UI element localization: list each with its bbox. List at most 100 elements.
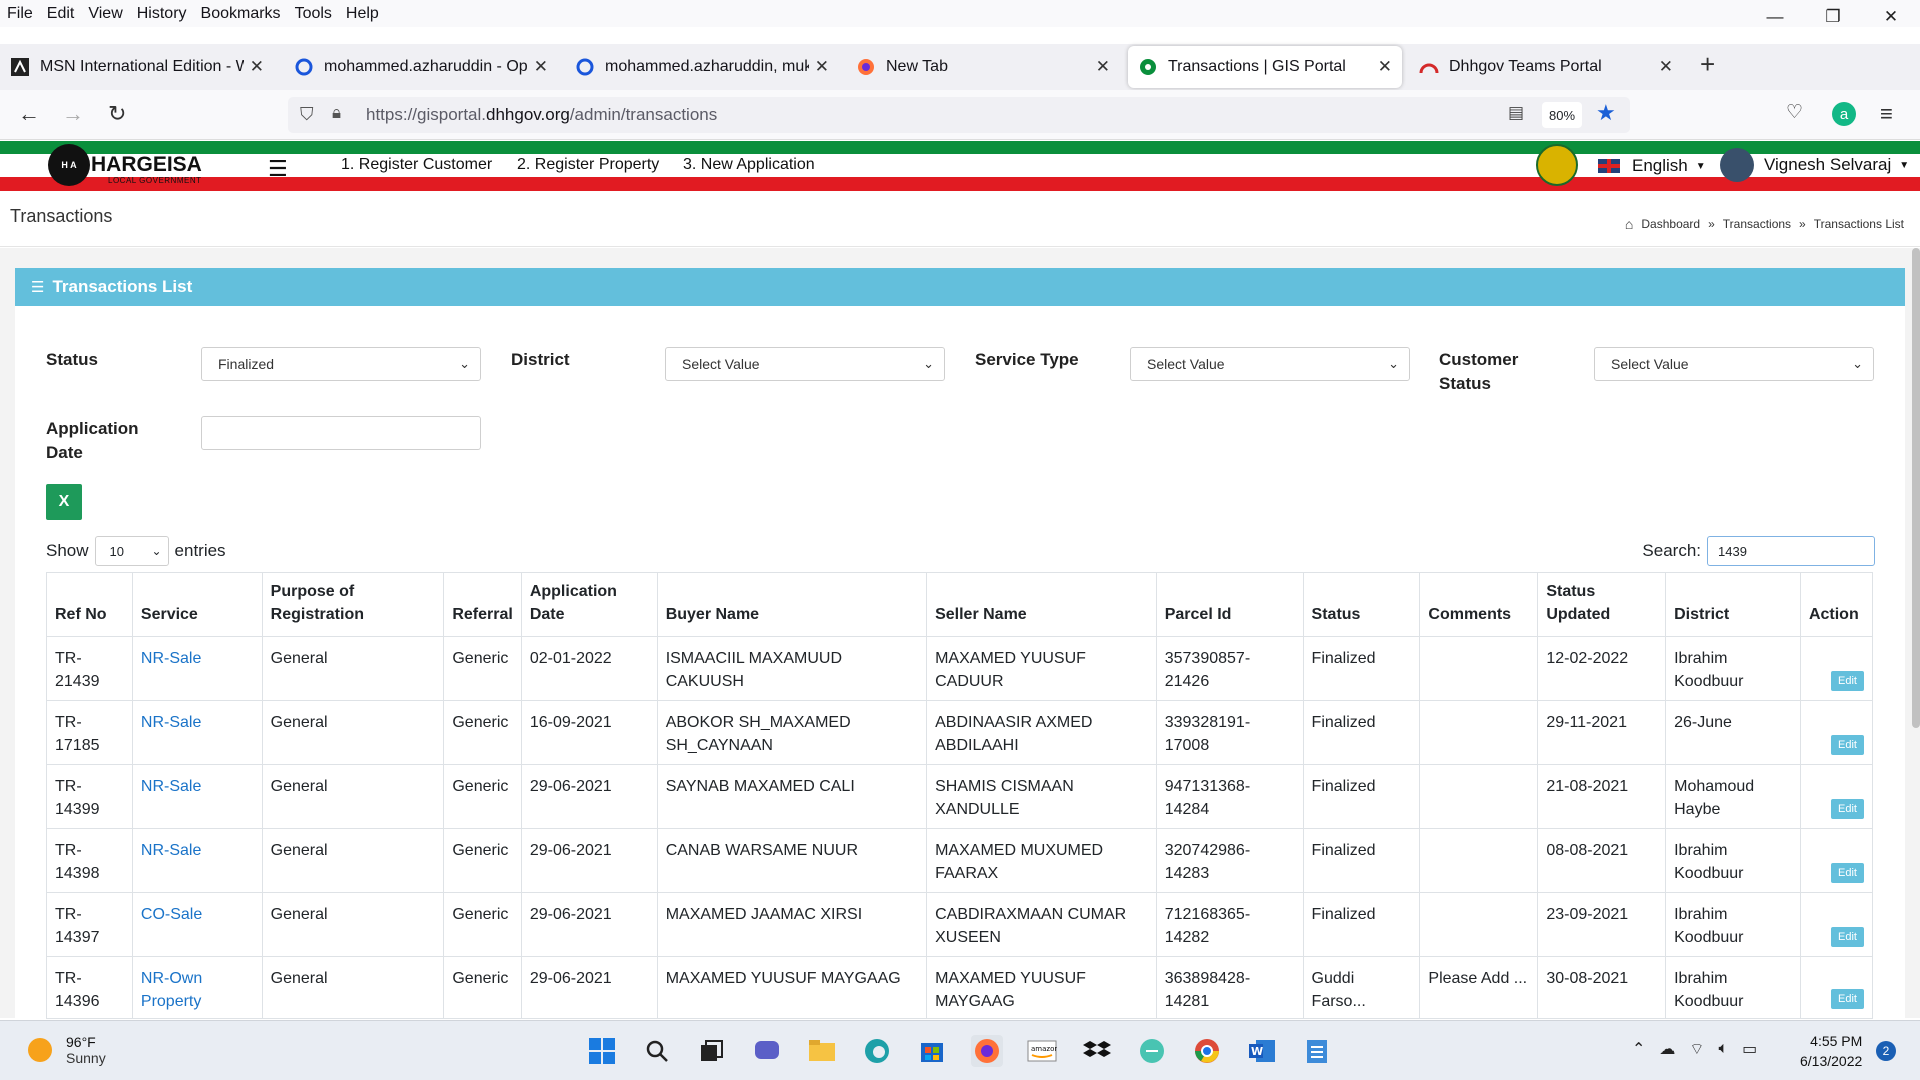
edit-button[interactable]: Edit [1831,927,1864,947]
edit-button[interactable]: Edit [1831,735,1864,755]
service-type-select[interactable]: Select Value ⌄ [1130,347,1410,381]
menu-file[interactable]: File [0,5,40,23]
reload-icon[interactable]: ↻ [108,101,126,127]
dropbox-icon[interactable] [1081,1035,1113,1067]
clock[interactable]: 4:55 PM 6/13/2022 [1800,1031,1862,1071]
close-window-button[interactable]: ✕ [1862,0,1920,34]
menu-tools[interactable]: Tools [288,5,339,23]
edge-icon[interactable] [861,1035,893,1067]
col-status-updated[interactable]: Status Updated [1537,572,1667,637]
tab-new-tab[interactable]: New Tab ✕ [846,46,1120,88]
firefox-icon[interactable] [971,1035,1003,1067]
teams-chat-icon[interactable] [751,1035,783,1067]
menu-bookmarks[interactable]: Bookmarks [194,5,288,23]
notification-badge[interactable]: 2 [1876,1041,1896,1061]
windows-start-icon[interactable] [586,1035,618,1067]
weather-widget[interactable]: 96°F Sunny [28,1034,106,1066]
breadcrumb-dashboard[interactable]: Dashboard [1641,217,1700,231]
edit-button[interactable]: Edit [1831,989,1864,1009]
notepad-icon[interactable] [1301,1035,1333,1067]
close-tab-icon[interactable]: ✕ [1659,57,1673,77]
page-scrollbar[interactable] [1912,248,1920,728]
service-link[interactable]: CO-Sale [141,906,202,923]
forward-icon[interactable]: → [62,101,84,127]
lock-icon[interactable]: 🔒︎ [332,103,341,123]
zoom-level[interactable]: 80% [1542,102,1582,128]
tab-msn[interactable]: MSN International Edition - Wo ✕ [0,46,274,88]
hargeisa-logo[interactable]: H A HARGEISA LOCAL GOVERNMENT [48,144,202,186]
onedrive-icon[interactable]: ☁ [1659,1039,1675,1059]
menu-help[interactable]: Help [339,5,386,23]
edit-button[interactable]: Edit [1831,799,1864,819]
export-excel-button[interactable]: X [46,484,82,520]
extension-icon[interactable]: a [1832,102,1856,126]
app-menu-icon[interactable]: ≡ [1880,101,1893,127]
service-link[interactable]: NR-Sale [141,650,201,667]
service-link[interactable]: NR-Sale [141,842,201,859]
application-date-input[interactable] [201,416,481,450]
chevron-up-icon[interactable]: ⌃ [1632,1039,1645,1059]
breadcrumb-transactions[interactable]: Transactions [1723,217,1791,231]
wifi-icon[interactable]: ⌔ [1689,1039,1704,1059]
nav-register-customer[interactable]: 1. Register Customer [341,156,492,174]
col-ref-no[interactable]: Ref No [46,572,133,637]
task-view-icon[interactable] [696,1035,728,1067]
col-service[interactable]: Service [131,572,263,637]
close-tab-icon[interactable]: ✕ [1096,57,1110,77]
close-tab-icon[interactable]: ✕ [534,57,548,77]
file-explorer-icon[interactable] [806,1035,838,1067]
tab-opera-1[interactable]: mohammed.azharuddin - Opera ✕ [284,46,558,88]
district-select[interactable]: Select Value ⌄ [665,347,945,381]
reader-view-icon[interactable]: ▤ [1508,103,1524,123]
col-referral[interactable]: Referral [443,572,522,637]
menu-history[interactable]: History [130,5,194,23]
service-link[interactable]: NR-Own Property [141,970,202,1010]
tab-teams-portal[interactable]: Dhhgov Teams Portal ✕ [1409,46,1683,88]
menu-view[interactable]: View [81,5,129,23]
amazon-icon[interactable]: amazon [1026,1035,1058,1067]
url-text[interactable]: https://gisportal.dhhgov.org/admin/trans… [366,105,717,125]
edit-button[interactable]: Edit [1831,671,1864,691]
back-icon[interactable]: ← [18,101,40,127]
bookmark-star-icon[interactable]: ★ [1596,100,1616,126]
address-bar[interactable]: ⛉ 🔒︎ https://gisportal.dhhgov.org/admin/… [288,97,1630,133]
col-buyer-name[interactable]: Buyer Name [656,572,928,637]
new-tab-button[interactable]: + [1700,49,1715,80]
restore-button[interactable]: ❐ [1804,0,1862,34]
col-seller-name[interactable]: Seller Name [926,572,1157,637]
col-comments[interactable]: Comments [1419,572,1539,637]
col-status[interactable]: Status [1302,572,1421,637]
volume-icon[interactable]: 🔈︎ [1718,1040,1728,1058]
pocket-icon[interactable]: ♡ [1786,101,1803,124]
close-tab-icon[interactable]: ✕ [250,57,264,77]
word-icon[interactable]: W [1246,1035,1278,1067]
shield-icon[interactable]: ⛉ [300,104,314,125]
tab-transactions[interactable]: Transactions | GIS Portal ✕ [1128,46,1402,88]
nav-register-property[interactable]: 2. Register Property [517,156,659,174]
hamburger-menu-icon[interactable]: ☰ [268,156,288,182]
col-application-date[interactable]: Application Date [520,572,658,637]
col-parcel-id[interactable]: Parcel Id [1155,572,1304,637]
search-input[interactable]: 1439 [1707,536,1875,566]
nav-new-application[interactable]: 3. New Application [683,156,815,174]
edit-button[interactable]: Edit [1831,863,1864,883]
service-link[interactable]: NR-Sale [141,778,201,795]
menu-edit[interactable]: Edit [40,5,82,23]
service-link[interactable]: NR-Sale [141,714,201,731]
chrome-icon[interactable] [1191,1035,1223,1067]
page-size-select[interactable]: 10 ⌄ [94,536,169,566]
battery-icon[interactable]: ▭ [1742,1039,1757,1059]
search-icon[interactable] [641,1035,673,1067]
messaging-icon[interactable] [1136,1035,1168,1067]
language-selector[interactable]: English ▼ [1598,156,1706,176]
close-tab-icon[interactable]: ✕ [1378,57,1392,77]
col-purpose[interactable]: Purpose of Registration [261,572,445,637]
minimize-button[interactable]: — [1746,0,1804,34]
tab-opera-2[interactable]: mohammed.azharuddin, mukth ✕ [565,46,839,88]
status-select[interactable]: Finalized ⌄ [201,347,481,381]
user-menu[interactable]: Vignesh Selvaraj ▼ [1720,148,1909,182]
store-icon[interactable] [916,1035,948,1067]
col-district[interactable]: District [1665,572,1801,637]
close-tab-icon[interactable]: ✕ [815,57,829,77]
customer-status-select[interactable]: Select Value ⌄ [1594,347,1874,381]
